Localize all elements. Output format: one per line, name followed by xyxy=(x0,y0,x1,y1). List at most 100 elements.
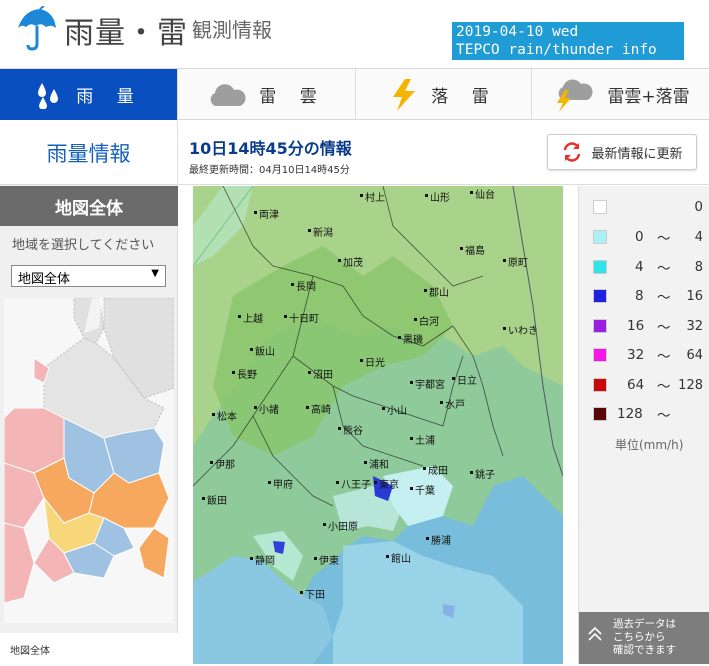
city-label: 飯田 xyxy=(202,492,227,507)
service-line: TEPCO rain/thunder info xyxy=(456,42,657,58)
city-label: 勝浦 xyxy=(426,532,451,547)
city-label: 日立 xyxy=(452,372,477,387)
last-update-time: 最終更新時間：04月10日14時45分 xyxy=(189,165,350,176)
legend-value: 0 xyxy=(694,199,703,215)
site-title: 雨量・雷 xyxy=(64,16,188,51)
legend-swatch xyxy=(593,348,607,362)
refresh-button[interactable]: 最新情報に更新 xyxy=(547,134,697,170)
city-label: 日光 xyxy=(360,354,385,369)
tab-thundercloud-label: 雷 雲 xyxy=(259,87,326,107)
city-label: 新潟 xyxy=(308,224,333,239)
city-label: 郡山 xyxy=(424,284,449,299)
legend-to: 4 xyxy=(694,229,703,245)
city-label: 上越 xyxy=(238,310,263,325)
whole-map-header: 地図全体 xyxy=(0,186,178,226)
lightning-bolt-icon xyxy=(393,78,416,111)
sidebar: 雨量情報 地図全体 地域を選択してください 地図全体 ▼ 地図全体 xyxy=(0,121,178,666)
city-label: 熊谷 xyxy=(338,422,363,437)
legend-from: 16 xyxy=(627,318,645,334)
legend-row: 128 ～ xyxy=(593,405,703,424)
site-subtitle: 観測情報 xyxy=(192,18,272,42)
legend-swatch xyxy=(593,378,607,392)
rain-drops-icon xyxy=(38,82,59,109)
city-label: 伊那 xyxy=(210,456,235,471)
legend-row: 0 ～ 4 xyxy=(593,228,703,247)
legend-from: 0 xyxy=(635,229,644,245)
city-label: 白河 xyxy=(414,313,439,328)
legend-from: 128 xyxy=(617,406,643,422)
header: 雨量・雷 観測情報 2019-04-10 wed TEPCO rain/thun… xyxy=(0,0,709,68)
legend-to: 128 xyxy=(678,377,703,393)
past-data-line: 過去データは xyxy=(613,618,676,630)
rainfall-legend: 0 0 ～ 4 4 ～ 8 8 ～ 16 16 ～ 32 32 ～ 64 64 … xyxy=(578,186,709,664)
legend-to: 16 xyxy=(686,288,703,304)
city-label: 静岡 xyxy=(250,552,275,567)
rainfall-map[interactable]: 村上 山形 仙台 両津 新潟 福島 原町 加茂 長岡 郡山 上越 十日町 白河 … xyxy=(193,186,563,664)
city-label: 八王子 xyxy=(336,476,371,491)
city-label: 福島 xyxy=(460,242,485,257)
past-data-line: こちらから xyxy=(613,631,666,643)
legend-to: 32 xyxy=(686,318,703,334)
city-label: 仙台 xyxy=(470,186,495,201)
umbrella-icon xyxy=(18,6,56,51)
region-mini-map[interactable] xyxy=(4,298,174,623)
info-time: 10日14時45分の情報 xyxy=(189,139,352,158)
legend-tilde: ～ xyxy=(657,349,671,365)
legend-tilde: ～ xyxy=(657,261,671,277)
cloud-icon xyxy=(210,83,246,106)
city-label: 村上 xyxy=(360,189,385,204)
city-label: 山形 xyxy=(425,189,450,204)
legend-from: 4 xyxy=(635,259,644,275)
city-label: 原町 xyxy=(503,254,528,269)
legend-row: 64 ～ 128 xyxy=(593,376,703,395)
city-label: 黒磯 xyxy=(398,331,423,346)
tab-cloud-and-lightning[interactable]: 雷雲+落雷 xyxy=(532,69,709,120)
legend-tilde: ～ xyxy=(657,290,671,306)
past-data-line: 確認できます xyxy=(613,644,676,656)
legend-swatch xyxy=(593,230,607,244)
city-label: 飯山 xyxy=(250,343,275,358)
refresh-button-label: 最新情報に更新 xyxy=(591,146,683,162)
info-header: 10日14時45分の情報 最終更新時間：04月10日14時45分 最新情報に更新 xyxy=(179,121,709,185)
past-data-link[interactable]: 過去データは こちらから 確認できます xyxy=(579,612,709,664)
legend-tilde: ～ xyxy=(657,231,671,247)
region-select-value: 地図全体 xyxy=(18,272,71,287)
refresh-icon xyxy=(564,142,581,162)
legend-swatch xyxy=(593,260,607,274)
rain-info-title: 雨量情報 xyxy=(0,121,177,185)
city-label: 下田 xyxy=(300,586,325,601)
tab-rain[interactable]: 雨 量 xyxy=(0,69,178,120)
date-line: 2019-04-10 wed xyxy=(456,24,579,40)
city-label: 宇都宮 xyxy=(410,376,445,391)
chevron-up-double-icon xyxy=(588,626,602,641)
city-label: 長岡 xyxy=(291,278,316,293)
tab-thundercloud[interactable]: 雷 雲 xyxy=(178,69,356,120)
region-select[interactable]: 地図全体 ▼ xyxy=(11,265,166,287)
tab-lightning-label: 落 雷 xyxy=(431,87,498,107)
legend-unit: 単位(mm/h) xyxy=(615,438,684,452)
city-label: 甲府 xyxy=(268,476,293,491)
legend-from: 32 xyxy=(627,347,645,363)
city-label: 両津 xyxy=(254,206,279,221)
date-info-box: 2019-04-10 wed TEPCO rain/thunder info xyxy=(452,22,684,60)
city-label: 沼田 xyxy=(308,366,333,381)
city-label: 十日町 xyxy=(284,310,319,325)
legend-from: 8 xyxy=(635,288,644,304)
city-label: 浦和 xyxy=(364,456,389,471)
tab-lightning[interactable]: 落 雷 xyxy=(356,69,532,120)
city-label: 小諸 xyxy=(254,401,279,416)
city-label: 小山 xyxy=(382,402,407,417)
legend-row: 0 xyxy=(593,198,703,216)
city-label: 銚子 xyxy=(470,466,495,481)
city-label: 伊東 xyxy=(314,552,339,567)
legend-to: 64 xyxy=(686,347,703,363)
mini-map-caption: 地図全体 xyxy=(0,633,178,666)
tab-cloud-and-lightning-label: 雷雲+落雷 xyxy=(607,87,690,107)
city-label: 土浦 xyxy=(410,432,435,447)
legend-to: 8 xyxy=(694,259,703,275)
city-label: いわき xyxy=(503,322,538,337)
legend-swatch xyxy=(593,407,607,421)
legend-tilde: ～ xyxy=(657,379,671,395)
city-label: 東京 xyxy=(374,476,399,491)
city-label: 小田原 xyxy=(323,518,358,533)
